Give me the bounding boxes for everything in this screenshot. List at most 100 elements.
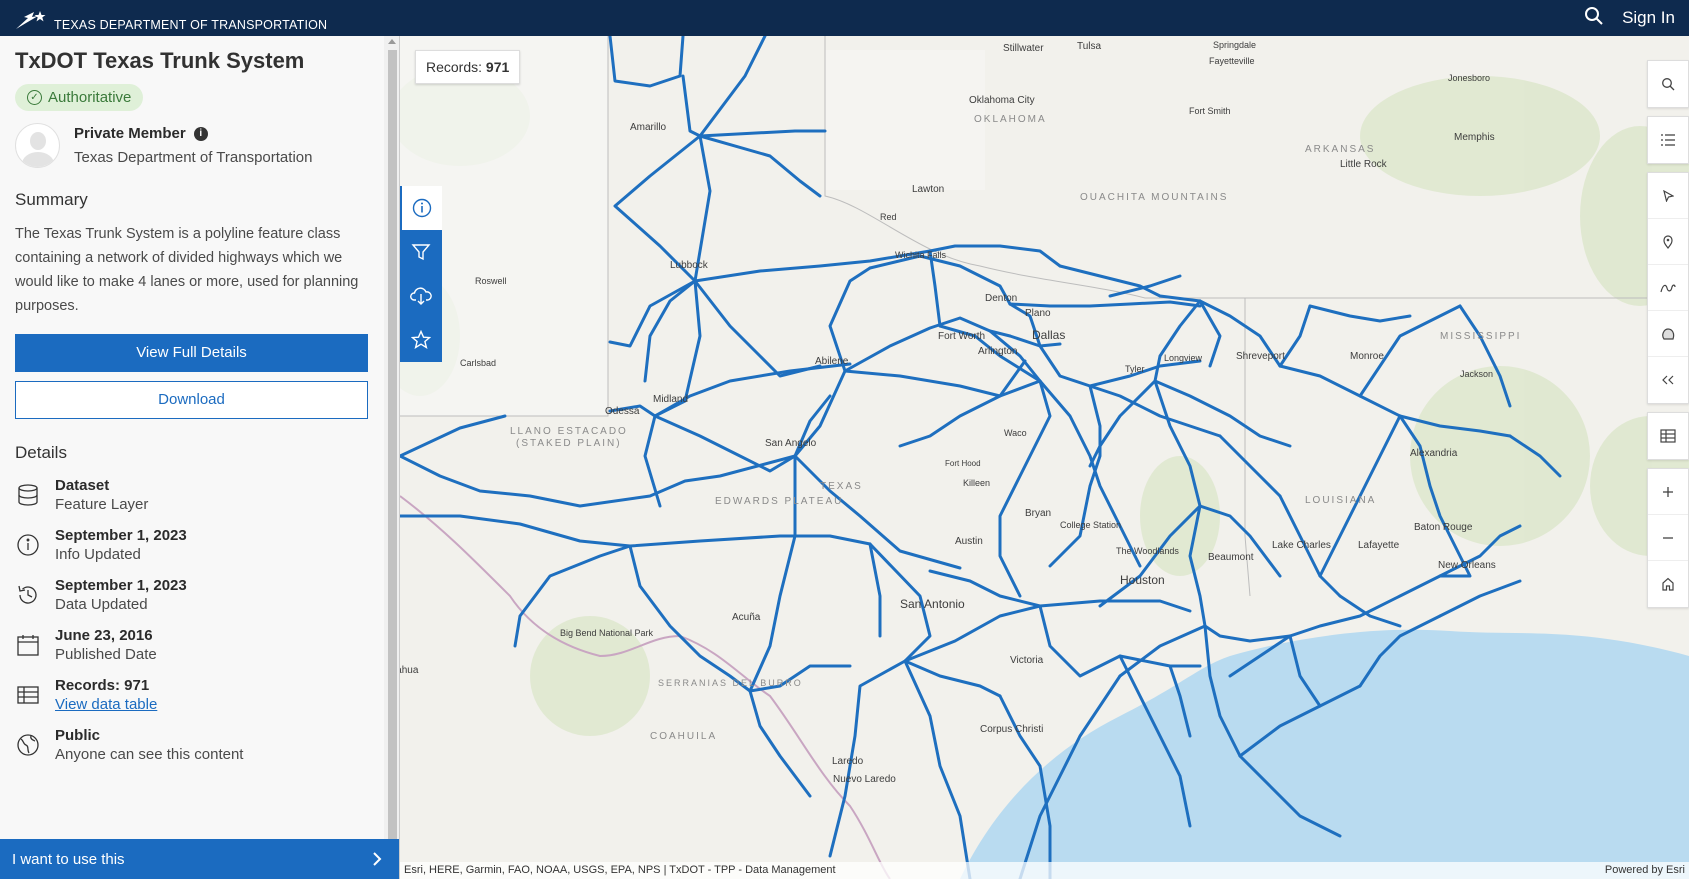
trunk-road-segment[interactable] bbox=[748, 454, 797, 693]
trunk-road-segment[interactable] bbox=[1218, 434, 1282, 498]
trunk-road-segment[interactable] bbox=[608, 36, 685, 88]
authoritative-badge: ✓ Authoritative bbox=[15, 84, 144, 112]
trunk-road-segment[interactable] bbox=[681, 74, 702, 138]
map-place-label: Victoria bbox=[1010, 655, 1044, 666]
map-place-label: Fort Worth bbox=[938, 331, 985, 342]
trunk-road-segment[interactable] bbox=[1058, 264, 1202, 303]
trunk-road-segment[interactable] bbox=[698, 134, 822, 198]
collapse-tools-button[interactable] bbox=[1648, 357, 1688, 403]
view-data-table-link[interactable]: View data table bbox=[55, 696, 157, 713]
map-place-label: Fort Smith bbox=[1189, 106, 1231, 116]
map-place-label: Springdale bbox=[1213, 40, 1256, 50]
trunk-road-segment[interactable] bbox=[1438, 579, 1522, 618]
item-title: TxDOT Texas Trunk System bbox=[15, 48, 305, 73]
chevron-right-icon bbox=[373, 852, 382, 866]
map-place-label: Houston bbox=[1120, 573, 1165, 587]
filter-button[interactable] bbox=[400, 230, 442, 274]
trunk-road-segment[interactable] bbox=[903, 659, 972, 879]
panel-scrollbar[interactable] bbox=[384, 36, 399, 879]
polyline-icon bbox=[1660, 284, 1676, 292]
trunk-road-segment[interactable] bbox=[698, 129, 827, 138]
zoom-out-button[interactable] bbox=[1648, 515, 1688, 561]
star-icon bbox=[411, 330, 431, 349]
trunk-road-segment[interactable] bbox=[868, 542, 882, 638]
oklahoma-region bbox=[825, 50, 985, 190]
search-icon[interactable] bbox=[1584, 6, 1604, 31]
trunk-road-segment[interactable] bbox=[400, 514, 872, 548]
trunk-road-segment[interactable] bbox=[1278, 364, 1402, 418]
txdot-star-logo-icon bbox=[16, 11, 46, 29]
download-data-button[interactable] bbox=[400, 274, 442, 318]
trunk-road-segment[interactable] bbox=[1038, 599, 1192, 613]
detail-title: Public bbox=[55, 727, 101, 745]
point-tool-button[interactable] bbox=[1648, 219, 1688, 265]
map-place-label: Lake Charles bbox=[1272, 540, 1331, 551]
trunk-road-segment[interactable] bbox=[1008, 300, 1202, 308]
zoom-in-button[interactable] bbox=[1648, 469, 1688, 515]
download-button[interactable]: Download bbox=[15, 381, 368, 420]
trunk-road-segment[interactable] bbox=[1048, 384, 1102, 568]
favorite-button[interactable] bbox=[400, 318, 442, 362]
map-place-label: LOUISIANA bbox=[1305, 495, 1376, 506]
info-icon bbox=[15, 531, 41, 559]
detail-records: Records: 971 View data table bbox=[15, 677, 369, 713]
trunk-road-segment[interactable] bbox=[1118, 624, 1207, 678]
layer-info-button[interactable] bbox=[400, 186, 442, 230]
records-value: 971 bbox=[485, 59, 510, 75]
table-icon bbox=[1660, 429, 1676, 443]
trunk-road-segment[interactable] bbox=[843, 359, 1027, 398]
map-place-label: Bryan bbox=[1025, 508, 1051, 519]
top-header: TEXAS DEPARTMENT OF TRANSPORTATION Sign … bbox=[0, 0, 1689, 36]
polygon-icon bbox=[1662, 327, 1675, 340]
owner-card: Private Member i Texas Department of Tra… bbox=[15, 123, 369, 169]
map-place-label: Amarillo bbox=[630, 122, 667, 133]
summary-text: The Texas Trunk System is a polyline fea… bbox=[15, 226, 359, 315]
trunk-road-segment[interactable] bbox=[698, 36, 767, 138]
detail-public: Public Anyone can see this content bbox=[15, 727, 369, 763]
detail-title: September 1, 2023 bbox=[55, 527, 187, 545]
map-place-label: Plano bbox=[1025, 308, 1051, 319]
map-place-label: ARKANSAS bbox=[1305, 144, 1375, 155]
map-place-label: Lubbock bbox=[670, 260, 709, 271]
map-place-label: Oklahoma City bbox=[969, 95, 1035, 106]
map-place-label: SERRANIAS DEL BURRO bbox=[658, 678, 803, 688]
polyline-tool-button[interactable] bbox=[1648, 265, 1688, 311]
legend-button[interactable] bbox=[1648, 117, 1688, 163]
trunk-road-segment[interactable] bbox=[1038, 379, 1142, 568]
sign-in-link[interactable]: Sign In bbox=[1622, 8, 1675, 28]
double-chevron-left-icon bbox=[1662, 375, 1674, 385]
trunk-road-segment[interactable] bbox=[693, 279, 822, 378]
powered-by-esri[interactable]: Powered by Esri bbox=[1605, 864, 1685, 876]
trunk-road-segment[interactable] bbox=[1038, 604, 1202, 678]
scroll-thumb[interactable] bbox=[388, 50, 397, 840]
map-view[interactable]: Amarillo Lubbock Roswell Carlsbad Odessa Midl… bbox=[400, 36, 1689, 879]
trunk-road-segment[interactable] bbox=[1108, 274, 1182, 298]
trunk-road-segment[interactable] bbox=[400, 414, 507, 458]
badge-label: Authoritative bbox=[48, 89, 132, 107]
attribute-table-button[interactable] bbox=[1648, 413, 1688, 459]
i-want-to-use-this-button[interactable]: I want to use this bbox=[0, 839, 399, 879]
home-button[interactable] bbox=[1648, 561, 1688, 607]
map-search-button[interactable] bbox=[1648, 61, 1688, 107]
map-place-label: Big Bend National Park bbox=[560, 628, 654, 638]
records-count-chip: Records: 971 bbox=[415, 50, 521, 84]
trunk-road-segment[interactable] bbox=[1153, 299, 1202, 383]
map-place-label: Nuevo Laredo bbox=[833, 774, 896, 785]
trunk-road-segment[interactable] bbox=[1203, 624, 1292, 643]
map-place-label: Killeen bbox=[963, 478, 990, 488]
select-tool-button[interactable] bbox=[1648, 173, 1688, 219]
trunk-road-segment[interactable] bbox=[1308, 304, 1412, 323]
basemap[interactable]: Amarillo Lubbock Roswell Carlsbad Odessa Midl… bbox=[400, 36, 1689, 879]
trunk-road-segment[interactable] bbox=[998, 379, 1052, 598]
txdot-logo[interactable]: TEXAS DEPARTMENT OF TRANSPORTATION bbox=[14, 0, 327, 36]
trunk-road-segment[interactable] bbox=[748, 689, 812, 798]
view-full-details-button[interactable]: View Full Details bbox=[15, 334, 368, 373]
trunk-road-segment[interactable] bbox=[1088, 384, 1222, 438]
map-place-label: Corpus Christi bbox=[980, 724, 1043, 735]
scroll-up-icon[interactable] bbox=[388, 39, 396, 44]
trunk-road-segment[interactable] bbox=[1088, 359, 1202, 388]
map-place-label: Abilene bbox=[815, 356, 849, 367]
polygon-tool-button[interactable] bbox=[1648, 311, 1688, 357]
owner-info-icon[interactable]: i bbox=[193, 126, 208, 141]
trunk-road-segment[interactable] bbox=[928, 249, 942, 328]
